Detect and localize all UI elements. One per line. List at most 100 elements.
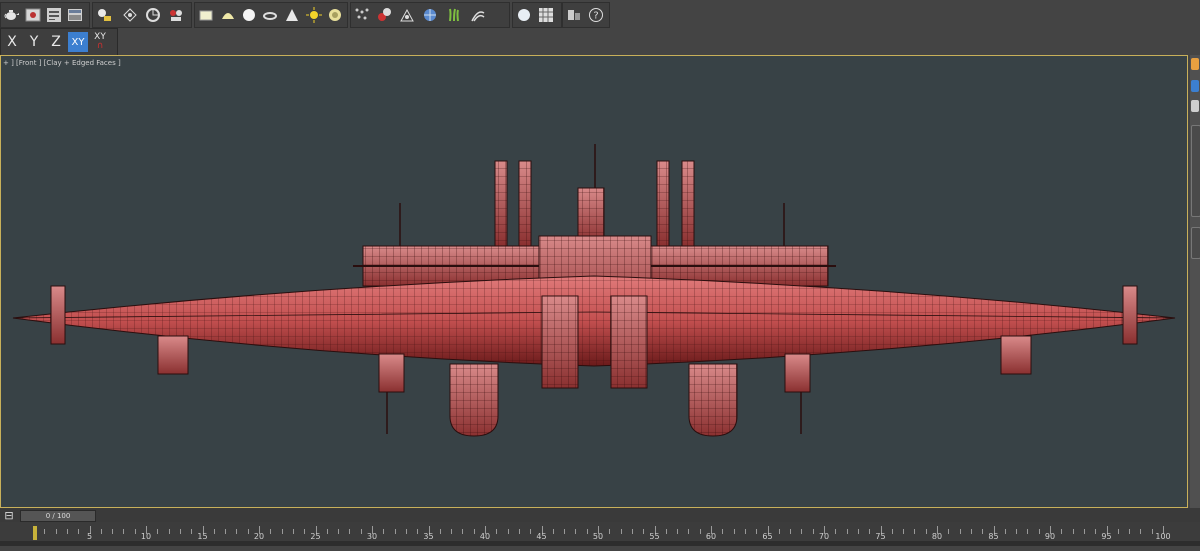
hair-icon[interactable] <box>445 6 463 24</box>
camera-icon[interactable] <box>144 6 162 24</box>
track-tick-label: 40 <box>479 532 491 541</box>
track-tick <box>1027 529 1029 534</box>
main-toolbar: ? <box>0 0 1200 30</box>
status-bar-edge <box>0 541 1200 546</box>
track-tick <box>1016 529 1018 534</box>
track-tick <box>225 529 227 534</box>
track-tick <box>518 529 520 534</box>
track-tick <box>1072 529 1074 534</box>
track-tick <box>744 529 746 534</box>
command-panel-tab-create[interactable] <box>1191 80 1199 92</box>
cone-icon[interactable] <box>261 6 279 24</box>
track-tick-label: 35 <box>423 532 434 541</box>
box-icon[interactable] <box>197 6 215 24</box>
pyramid-icon[interactable] <box>283 6 301 24</box>
front-viewport[interactable]: + ] [Front ] [Clay + Edged Faces ] <box>0 55 1188 546</box>
command-panel-rollout-2[interactable] <box>1191 227 1200 259</box>
track-tick <box>168 529 170 534</box>
track-tick <box>812 529 814 534</box>
track-tick-label: 80 <box>931 532 943 541</box>
track-tick <box>496 529 498 534</box>
axis-x-button[interactable]: X <box>2 32 22 52</box>
track-tick-label: 90 <box>1044 532 1056 541</box>
sun-icon[interactable] <box>305 6 323 24</box>
current-frame-marker[interactable] <box>33 526 37 540</box>
svg-text:?: ? <box>593 11 598 22</box>
axis-xy-button[interactable]: XY <box>68 32 88 52</box>
light-lister-icon[interactable] <box>95 6 113 24</box>
axis-z-button[interactable]: Z <box>46 32 66 52</box>
particle-icon[interactable] <box>353 6 371 24</box>
globe-icon[interactable] <box>421 6 439 24</box>
time-slider-handle[interactable]: 0 / 100 <box>20 510 96 522</box>
toolbar-group-help: ? <box>562 2 610 28</box>
track-tick <box>179 529 181 534</box>
track-tick <box>733 529 735 534</box>
track-tick <box>1004 529 1006 534</box>
command-panel-rollout[interactable] <box>1191 125 1200 217</box>
track-tick-label: 85 <box>988 532 999 541</box>
track-tick <box>586 529 588 534</box>
battleship-wireframe-model[interactable] <box>1 56 1187 507</box>
layer-icon[interactable] <box>565 6 583 24</box>
material-editor-icon[interactable] <box>375 6 393 24</box>
track-tick <box>417 529 419 534</box>
track-tick <box>292 529 294 534</box>
track-tick-label: 30 <box>366 532 378 541</box>
track-tick-label: 55 <box>649 532 660 541</box>
toolbar-group-env <box>512 2 562 28</box>
track-tick <box>552 529 554 534</box>
track-tick <box>959 529 961 534</box>
command-panel-sun-icon[interactable] <box>1191 58 1199 70</box>
axis-xy-toggle-button[interactable]: XY ∩ <box>90 32 110 52</box>
sphere-icon[interactable] <box>219 6 237 24</box>
track-tick-label: 60 <box>705 532 717 541</box>
track-tick <box>903 529 905 534</box>
track-tick <box>1140 529 1142 534</box>
toolbar-group-effects <box>350 2 510 28</box>
track-tick <box>846 529 848 534</box>
shader-ball-icon[interactable] <box>167 6 185 24</box>
bone-icon[interactable] <box>398 6 416 24</box>
axis-y-button[interactable]: Y <box>24 32 44 52</box>
expand-track-bar-icon[interactable]: ⊟ <box>0 508 18 522</box>
environment-icon[interactable] <box>515 6 533 24</box>
axis-constraints-row <box>0 29 1200 54</box>
command-panel-tab-modify[interactable] <box>1191 100 1199 112</box>
track-tick <box>507 529 509 534</box>
track-tick <box>473 529 475 534</box>
sphere-gizmo-icon[interactable] <box>326 6 344 24</box>
render-frame-icon[interactable] <box>45 6 63 24</box>
axis-constraints-toolbar: X Y Z XY XY ∩ <box>0 28 118 56</box>
track-tick-label: 100 <box>1155 532 1171 541</box>
track-tick <box>857 529 859 534</box>
track-tick-label: 25 <box>310 532 321 541</box>
track-tick <box>564 529 566 534</box>
teapot-icon[interactable] <box>3 6 21 24</box>
track-tick <box>157 529 159 534</box>
twist-icon[interactable] <box>469 6 487 24</box>
help-icon[interactable]: ? <box>587 6 605 24</box>
track-tick <box>722 529 724 534</box>
track-tick <box>281 529 283 534</box>
track-tick <box>891 529 893 534</box>
track-tick <box>925 529 927 534</box>
track-tick <box>970 529 972 534</box>
track-tick-label: 65 <box>762 532 773 541</box>
track-tick <box>112 529 114 534</box>
grid-icon[interactable] <box>537 6 555 24</box>
render-setup-icon[interactable] <box>24 6 42 24</box>
track-tick <box>236 529 238 534</box>
rendered-frame-window-icon[interactable] <box>66 6 84 24</box>
track-tick <box>778 529 780 534</box>
torus-icon[interactable] <box>240 6 258 24</box>
track-tick <box>451 529 453 534</box>
track-tick <box>1151 529 1153 534</box>
track-tick <box>462 529 464 534</box>
track-tick <box>44 529 46 534</box>
track-tick <box>191 529 193 534</box>
track-tick <box>349 529 351 534</box>
track-tick-label: 5 <box>86 532 93 541</box>
helper-icon[interactable] <box>121 6 139 24</box>
track-tick <box>530 529 532 534</box>
